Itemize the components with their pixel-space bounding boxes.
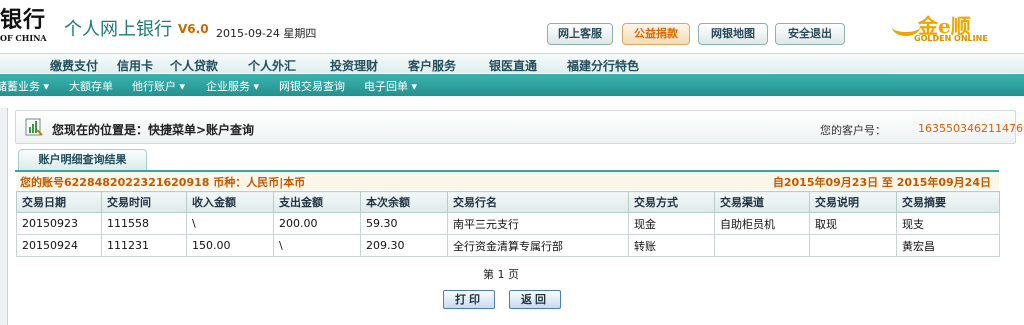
- col-header-balance: 本次余额: [360, 191, 448, 213]
- nav-investment[interactable]: 投资理财: [330, 57, 378, 74]
- customer-number-label: 您的客户号：: [820, 124, 886, 137]
- account-info: 您的账号6228482022321620918 币种：人民币|本币: [20, 176, 306, 189]
- customer-number-value: 1635503462114769: [918, 122, 1024, 135]
- cell-bank-name: 全行资金清算专属行部: [447, 234, 629, 257]
- transaction-table: 交易日期 交易时间 收入金额 支出金额 本次余额 交易行名 交易方式 交易渠道 …: [16, 191, 1000, 257]
- nav-medical-direct[interactable]: 银医直通: [489, 57, 537, 74]
- subnav-other-bank-accounts[interactable]: 他行账户 ▾: [132, 78, 185, 94]
- account-info-bar: 您的账号6228482022321620918 币种：人民币|本币 自2015年…: [16, 172, 999, 190]
- tab-account-detail-result[interactable]: 账户明细查询结果: [18, 149, 147, 170]
- nav-foreign-exchange[interactable]: 个人外汇: [248, 57, 296, 74]
- cell-bank-name: 南平三元支行: [447, 212, 629, 235]
- app-title: 个人网上银行: [64, 19, 172, 40]
- current-date: 2015-09-24 星期四: [216, 27, 317, 40]
- cell-expense: 200.00: [273, 212, 361, 235]
- col-header-expense: 支出金额: [273, 191, 361, 213]
- nav-personal-loan[interactable]: 个人贷款: [170, 57, 218, 74]
- col-header-method: 交易方式: [628, 191, 715, 213]
- nav-fujian-branch[interactable]: 福建分行特色: [567, 57, 639, 74]
- subnav-large-deposit[interactable]: 大额存单: [69, 78, 113, 94]
- nav-payment[interactable]: 缴费支付: [50, 57, 98, 74]
- cell-description: [809, 234, 897, 257]
- charity-donation-button[interactable]: 公益捐款: [622, 23, 690, 45]
- table-row: 20150923 111558 \ 200.00 59.30 南平三元支行 现金…: [16, 212, 1000, 235]
- logout-button[interactable]: 安全退出: [775, 23, 845, 45]
- nav-credit-card[interactable]: 信用卡: [117, 57, 153, 74]
- cell-income: 150.00: [186, 234, 274, 257]
- col-header-bank-name: 交易行名: [447, 191, 629, 213]
- col-header-income: 收入金额: [186, 191, 274, 213]
- query-chart-icon: [25, 118, 43, 136]
- cell-channel: [714, 234, 810, 257]
- breadcrumb: 您现在的位置是：快捷菜单>账户查询 您的客户号： 163550346211476…: [15, 110, 1024, 144]
- col-header-summary: 交易摘要: [896, 191, 1000, 213]
- bank-name-english: OF CHINA: [0, 33, 47, 43]
- print-button[interactable]: 打印: [443, 290, 495, 309]
- cell-date: 20150923: [16, 212, 102, 235]
- subnav-transaction-query[interactable]: 网银交易查询: [279, 78, 345, 94]
- back-button[interactable]: 返回: [509, 290, 561, 309]
- table-row: 20150924 111231 150.00 \ 209.30 全行资金清算专属…: [16, 234, 1000, 257]
- cell-balance: 59.30: [360, 212, 448, 235]
- cell-time: 111231: [101, 234, 187, 257]
- main-nav: 缴费支付 信用卡 个人贷款 个人外汇 投资理财 客户服务 银医直通 福建分行特色: [0, 53, 1024, 73]
- cell-summary: 黄宏昌: [896, 234, 1000, 257]
- subnav-savings[interactable]: 储蓄业务 ▾: [0, 78, 49, 94]
- col-header-time: 交易时间: [101, 191, 187, 213]
- col-header-channel: 交易渠道: [714, 191, 810, 213]
- cell-date: 20150924: [16, 234, 102, 257]
- col-header-date: 交易日期: [16, 191, 102, 213]
- cell-balance: 209.30: [360, 234, 448, 257]
- cell-method: 现金: [628, 212, 715, 235]
- page-indicator: 第 1 页: [483, 268, 519, 281]
- bank-name: 银行: [0, 7, 47, 33]
- header: 银行 OF CHINA 个人网上银行 V6.0 2015-09-24 星期四 网…: [0, 0, 1024, 50]
- left-collapsed-panel[interactable]: [0, 108, 8, 325]
- table-header-row: 交易日期 交易时间 收入金额 支出金额 本次余额 交易行名 交易方式 交易渠道 …: [16, 191, 1000, 213]
- cell-description: 取现: [809, 212, 897, 235]
- app-version: V6.0: [178, 22, 209, 36]
- subnav-enterprise-service[interactable]: 企业服务 ▾: [206, 78, 259, 94]
- subnav-e-receipt[interactable]: 电子回单 ▾: [364, 78, 417, 94]
- cell-income: \: [186, 212, 274, 235]
- cell-method: 转账: [628, 234, 715, 257]
- breadcrumb-location: 您现在的位置是：快捷菜单>账户查询: [52, 123, 255, 137]
- sub-nav: 储蓄业务 ▾ 大额存单 他行账户 ▾ 企业服务 ▾ 网银交易查询 电子回单 ▾: [0, 74, 1024, 96]
- golden-online-logo: 金e顺 GOLDEN ONLINE: [892, 10, 1024, 50]
- cell-time: 111558: [101, 212, 187, 235]
- bank-map-button[interactable]: 网银地图: [698, 23, 768, 45]
- cell-summary: 现支: [896, 212, 1000, 235]
- date-range: 自2015年09月23日 至 2015年09月24日: [772, 176, 991, 189]
- cell-expense: \: [273, 234, 361, 257]
- logo-text-en: GOLDEN ONLINE: [914, 34, 988, 43]
- nav-customer-service[interactable]: 客户服务: [408, 57, 456, 74]
- col-header-description: 交易说明: [809, 191, 897, 213]
- cell-channel: 自助柜员机: [714, 212, 810, 235]
- online-service-button[interactable]: 网上客服: [547, 23, 613, 45]
